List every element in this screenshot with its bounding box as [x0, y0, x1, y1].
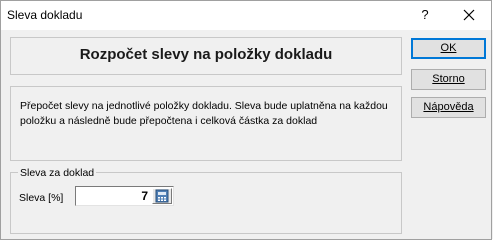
discount-input[interactable]: [78, 188, 148, 204]
title-bar: Sleva dokladu ?: [0, 0, 494, 30]
ok-button[interactable]: OK: [411, 38, 486, 59]
storno-button-label: Storno: [432, 73, 465, 85]
header-title: Rozpočet slevy na položky dokladu: [79, 46, 333, 63]
header-panel: Rozpočet slevy na položky dokladu: [10, 37, 402, 75]
ok-button-label: OK: [440, 42, 457, 54]
window-title: Sleva dokladu: [7, 8, 83, 22]
calculator-button[interactable]: [152, 188, 172, 204]
discount-group-title: Sleva za doklad: [18, 167, 97, 179]
description-text: Přepočet slevy na jednotlivé položky dok…: [20, 100, 388, 127]
dialog-body: Rozpočet slevy na položky dokladu Přepoč…: [1, 30, 493, 239]
description-panel: Přepočet slevy na jednotlivé položky dok…: [10, 86, 402, 161]
close-button[interactable]: [458, 4, 480, 26]
help-button[interactable]: Nápověda: [411, 97, 486, 118]
discount-group: Sleva za doklad Sleva [%]: [10, 167, 402, 234]
help-title-button[interactable]: ?: [414, 4, 436, 26]
discount-field[interactable]: [75, 186, 174, 206]
discount-field-label: Sleva [%]: [19, 192, 64, 204]
close-icon: [463, 9, 475, 21]
help-button-label: Nápověda: [423, 101, 474, 113]
storno-button[interactable]: Storno: [411, 69, 486, 90]
calculator-icon: [155, 189, 169, 203]
